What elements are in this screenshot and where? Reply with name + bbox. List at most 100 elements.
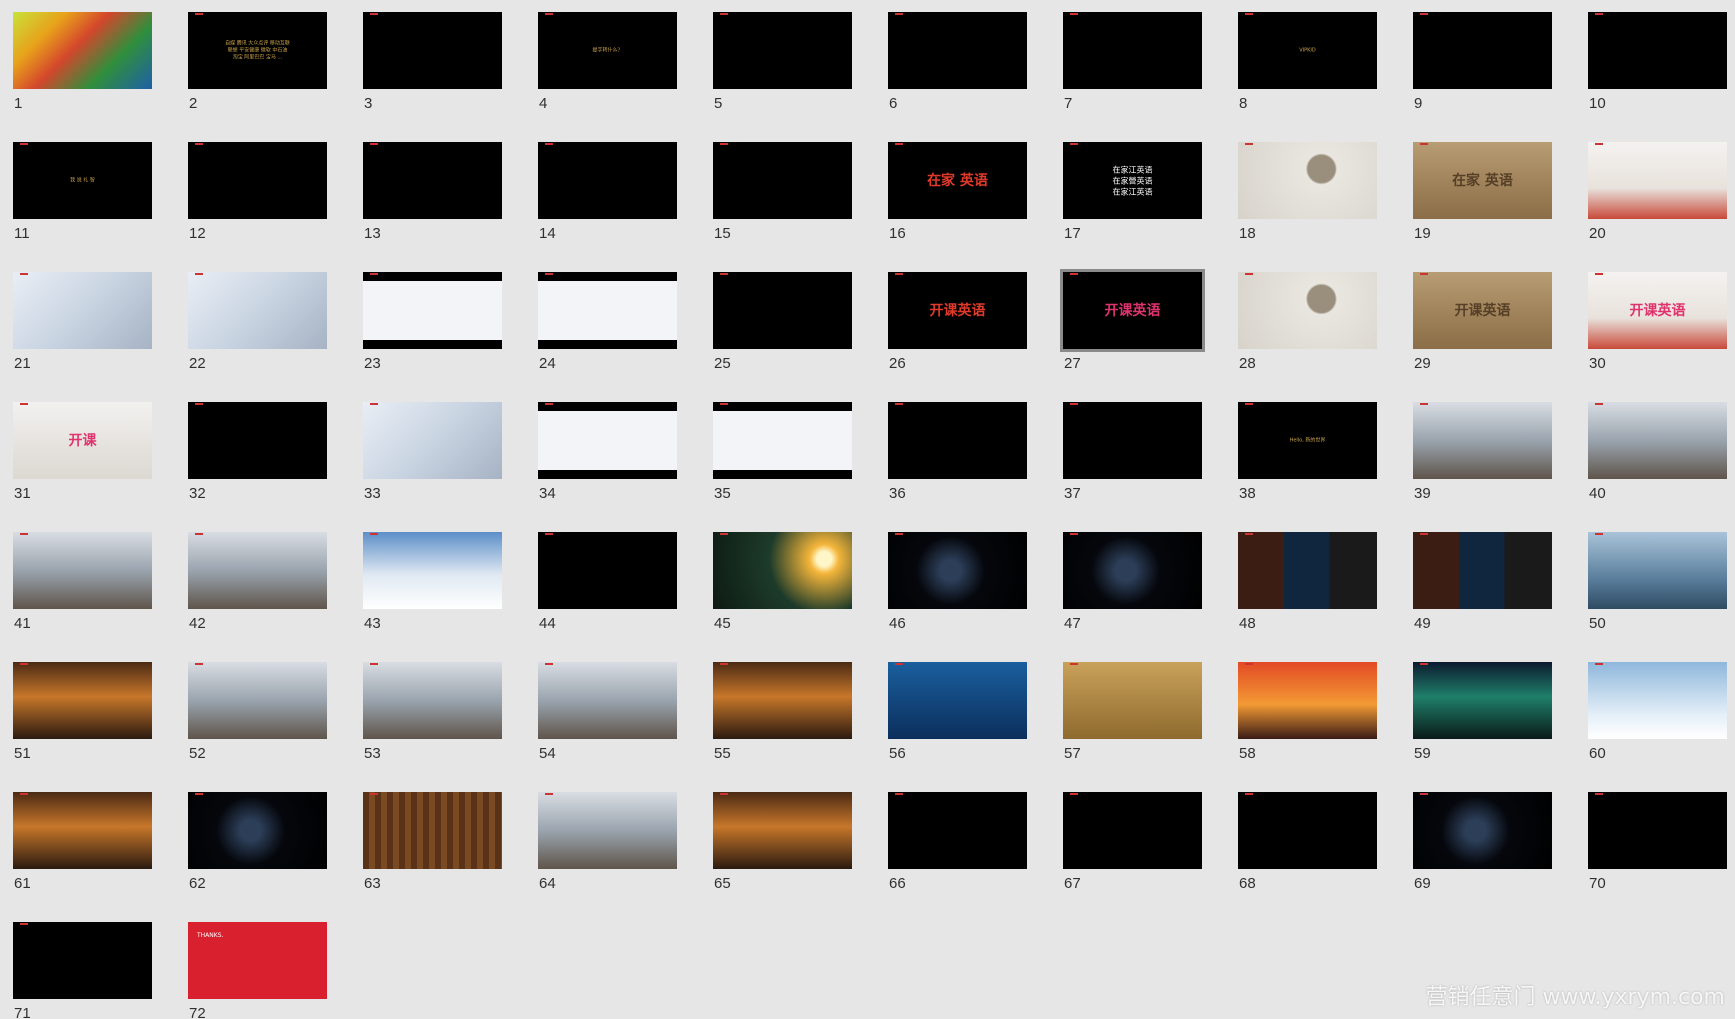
slide-thumbnail[interactable]: [1413, 402, 1552, 479]
slide-logo-mark: [370, 143, 378, 145]
slide-number: 26: [889, 355, 906, 372]
slide-thumbnail-cell: 在家江英语 在家營英语 在家江英语 17: [1063, 142, 1202, 272]
slide-thumbnail[interactable]: 自媒 腾讯 大众点评 移动互联 联想 平安健康 微软 中石油 淘宝 阿里巴巴 宝…: [188, 12, 327, 89]
slide-thumbnail[interactable]: 我 说 礼 智: [13, 142, 152, 219]
slide-thumbnail[interactable]: [1238, 792, 1377, 869]
slide-thumbnail[interactable]: [1413, 792, 1552, 869]
slide-number: 22: [189, 355, 206, 372]
slide-number: 46: [889, 615, 906, 632]
slide-thumbnail[interactable]: [1238, 532, 1377, 609]
slide-logo-mark: [1420, 663, 1428, 665]
slide-thumbnail[interactable]: [888, 662, 1027, 739]
slide-thumbnail[interactable]: VIPKID: [1238, 12, 1377, 89]
slide-thumbnail[interactable]: [363, 12, 502, 89]
slide-thumbnail-cell: 60: [1588, 662, 1727, 792]
slide-number: 38: [1239, 485, 1256, 502]
slide-thumbnail[interactable]: 在家 英语: [888, 142, 1027, 219]
slide-thumbnail[interactable]: [363, 532, 502, 609]
slide-thumbnail[interactable]: [1063, 532, 1202, 609]
slide-thumbnail[interactable]: [13, 12, 152, 89]
slide-logo-mark: [1245, 663, 1253, 665]
slide-number: 65: [714, 875, 731, 892]
slide-thumbnail[interactable]: [13, 922, 152, 999]
slide-thumbnail[interactable]: [188, 272, 327, 349]
slide-thumbnail[interactable]: [13, 662, 152, 739]
slide-thumbnail[interactable]: [1413, 662, 1552, 739]
slide-number: 47: [1064, 615, 1081, 632]
slide-thumbnail[interactable]: [888, 792, 1027, 869]
slide-thumbnail[interactable]: [1588, 142, 1727, 219]
slide-thumbnail[interactable]: [13, 532, 152, 609]
slide-number: 48: [1239, 615, 1256, 632]
slide-thumbnail[interactable]: [188, 402, 327, 479]
slide-thumbnail[interactable]: [538, 792, 677, 869]
slide-logo-mark: [545, 403, 553, 405]
slide-thumbnail[interactable]: [713, 662, 852, 739]
slide-thumbnail[interactable]: [188, 792, 327, 869]
slide-thumbnail[interactable]: [363, 792, 502, 869]
slide-thumbnail[interactable]: [1238, 662, 1377, 739]
slide-thumbnail[interactable]: [1413, 532, 1552, 609]
slide-thumbnail[interactable]: 在家 英语: [1413, 142, 1552, 219]
slide-thumbnail[interactable]: [363, 662, 502, 739]
slide-thumbnail[interactable]: [1063, 12, 1202, 89]
slide-thumbnail[interactable]: [188, 532, 327, 609]
slide-logo-mark: [1595, 663, 1603, 665]
slide-thumbnail[interactable]: 提字转什么？: [538, 12, 677, 89]
slide-thumbnail[interactable]: [538, 142, 677, 219]
slide-number: 49: [1414, 615, 1431, 632]
slide-thumbnail[interactable]: [713, 532, 852, 609]
slide-thumbnail-cell: 64: [538, 792, 677, 922]
slide-thumbnail[interactable]: [1588, 12, 1727, 89]
slide-number: 54: [539, 745, 556, 762]
slide-thumbnail[interactable]: [713, 142, 852, 219]
slide-thumbnail[interactable]: [1588, 662, 1727, 739]
slide-thumbnail[interactable]: [1063, 402, 1202, 479]
slide-thumbnail[interactable]: [888, 12, 1027, 89]
slide-thumbnail[interactable]: [1238, 272, 1377, 349]
slide-thumbnail[interactable]: 在家江英语 在家營英语 在家江英语: [1063, 142, 1202, 219]
slide-logo-mark: [895, 793, 903, 795]
slide-thumbnail[interactable]: [1238, 142, 1377, 219]
slide-thumbnail-cell: 13: [363, 142, 502, 272]
slide-thumbnail[interactable]: [538, 402, 677, 479]
slide-thumbnail-cell: 33: [363, 402, 502, 532]
slide-thumbnail[interactable]: [1063, 662, 1202, 739]
slide-thumbnail[interactable]: [1588, 402, 1727, 479]
slide-thumbnail[interactable]: [538, 272, 677, 349]
slide-thumbnail[interactable]: Hello, 新的世界: [1238, 402, 1377, 479]
slide-thumbnail-cell: 9: [1413, 12, 1552, 142]
slide-thumbnail[interactable]: THANKS.: [188, 922, 327, 999]
slide-thumbnail[interactable]: [188, 142, 327, 219]
slide-thumbnail[interactable]: 开课英语: [888, 272, 1027, 349]
slide-caption: 自媒 腾讯 大众点评 移动互联 联想 平安健康 微软 中石油 淘宝 阿里巴巴 宝…: [225, 40, 290, 60]
slide-logo-mark: [895, 143, 903, 145]
slide-thumbnail[interactable]: [538, 532, 677, 609]
slide-thumbnail[interactable]: 开课: [13, 402, 152, 479]
slide-thumbnail[interactable]: [13, 272, 152, 349]
slide-thumbnail[interactable]: [538, 662, 677, 739]
slide-logo-mark: [370, 273, 378, 275]
slide-thumbnail[interactable]: [363, 402, 502, 479]
slide-thumbnail-cell: 56: [888, 662, 1027, 792]
slide-thumbnail[interactable]: [1588, 792, 1727, 869]
slide-thumbnail[interactable]: [888, 532, 1027, 609]
slide-thumbnail[interactable]: 开课英语: [1060, 269, 1205, 352]
slide-thumbnail[interactable]: 开课英语: [1413, 272, 1552, 349]
slide-thumbnail[interactable]: [888, 402, 1027, 479]
slide-thumbnail[interactable]: [1413, 12, 1552, 89]
slide-thumbnail[interactable]: [713, 272, 852, 349]
slide-thumbnail[interactable]: [713, 792, 852, 869]
slide-number: 34: [539, 485, 556, 502]
slide-thumbnail[interactable]: 开课英语: [1588, 272, 1727, 349]
slide-thumbnail[interactable]: [713, 12, 852, 89]
slide-thumbnail-cell: 28: [1238, 272, 1377, 402]
slide-thumbnail[interactable]: [713, 402, 852, 479]
slide-thumbnail[interactable]: [1588, 532, 1727, 609]
slide-thumbnail[interactable]: [363, 142, 502, 219]
slide-thumbnail[interactable]: [13, 792, 152, 869]
slide-logo-mark: [195, 13, 203, 15]
slide-thumbnail[interactable]: [1063, 792, 1202, 869]
slide-thumbnail[interactable]: [363, 272, 502, 349]
slide-thumbnail[interactable]: [188, 662, 327, 739]
